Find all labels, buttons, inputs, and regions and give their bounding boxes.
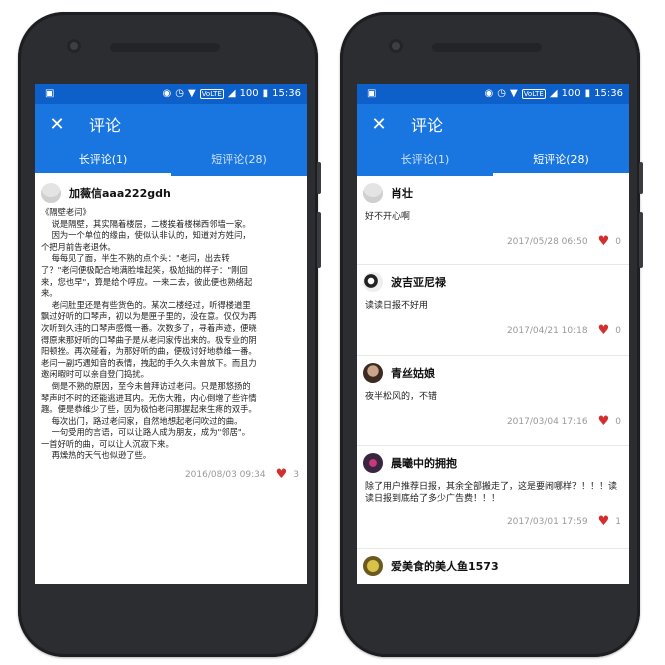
phone-right: ▣ ◉ ◷ ▼ VoLTE ◢ 100 ▮ 15:36 ✕ 评论 长评论(1) … [340,12,643,657]
comment-author: 肖壮 [391,187,413,200]
comment-text: 好不开心啊 [365,212,411,222]
status-time: 15:36 [272,88,301,99]
alarm-icon: ◷ [175,88,184,99]
avatar[interactable] [41,183,61,203]
comment-date: 2017/04/21 10:18 [506,326,588,336]
app-bar: ✕ 评论 [357,104,629,144]
power-button[interactable] [317,162,321,194]
battery-icon: ▮ [584,88,591,99]
comment-date: 2017/03/04 17:16 [506,417,588,427]
list-item: 青丝姑娘 夜半松风的，不错 2017/03/04 17:16 ♥ 0 [357,356,629,446]
page-title: 评论 [411,116,444,135]
status-bar: ▣ ◉ ◷ ▼ VoLTE ◢ 100 ▮ 15:36 [35,84,307,104]
list-item: 晨曦中的拥抱 除了用户推荐日报，其余全部搬走了，这是要闹哪样？！！！读读日报到底… [357,446,629,549]
close-icon[interactable]: ✕ [35,114,79,135]
like-count: 0 [615,237,621,247]
comment-author: 爱美食的美人鱼1573 [391,560,499,573]
screen-right: ▣ ◉ ◷ ▼ VoLTE ◢ 100 ▮ 15:36 ✕ 评论 长评论(1) … [357,84,629,584]
comment-text: 读读日报不好用 [365,301,429,311]
comment-author: 加薇信aaa222gdh [69,187,171,200]
volume-button[interactable] [639,212,643,268]
short-comment-list[interactable]: 肖壮 好不开心啊 2017/05/28 06:50 ♥ 0 波吉亚尼禄 读读日报… [357,176,629,584]
comment-date: 2017/05/28 06:50 [506,237,588,247]
wifi-icon: ▼ [509,88,518,99]
status-bar: ▣ ◉ ◷ ▼ VoLTE ◢ 100 ▮ 15:36 [357,84,629,104]
nfc-icon: ◉ [162,88,172,99]
screen-left: ▣ ◉ ◷ ▼ VoLTE ◢ 100 ▮ 15:36 ✕ 评论 长评论(1) … [35,84,307,584]
app-bar: ✕ 评论 [35,104,307,144]
status-time: 15:36 [594,88,623,99]
list-item: 爱美食的美人鱼1573 [357,549,629,576]
android-icon: ▣ [367,88,377,99]
signal-icon: ◢ [227,88,236,99]
long-comment-item: 加薇信aaa222gdh 《隔壁老闫》 说是隔壁，其实隔着楼层，二楼挨着楼梯西邻… [35,176,307,481]
list-item: 肖壮 好不开心啊 2017/05/28 06:50 ♥ 0 [357,176,629,265]
long-comment-list[interactable]: 加薇信aaa222gdh 《隔壁老闫》 说是隔壁，其实隔着楼层，二楼挨着楼梯西邻… [35,176,307,584]
battery-level: 100 [561,88,581,99]
heart-icon[interactable]: ♥ [598,415,610,428]
tab-long-comments[interactable]: 长评论(1) [357,144,493,176]
avatar[interactable] [363,453,383,473]
tab-short-comments[interactable]: 短评论(28) [493,144,629,176]
volte-badge: VoLTE [199,89,224,99]
comment-text: 夜半松风的，不错 [365,392,438,402]
list-item: 波吉亚尼禄 读读日报不好用 2017/04/21 10:18 ♥ 0 [357,265,629,356]
heart-icon[interactable]: ♥ [276,468,288,481]
tab-short-comments[interactable]: 短评论(28) [171,144,307,176]
alarm-icon: ◷ [497,88,506,99]
comment-date: 2017/03/01 17:59 [506,517,588,527]
like-count: 3 [293,470,299,481]
close-icon[interactable]: ✕ [357,114,401,135]
heart-icon[interactable]: ♥ [598,324,610,337]
comment-text: 《隔壁老闫》 说是隔壁，其实隔着楼层，二楼挨着楼梯西邻墙一家。 因为一个单位的缘… [41,207,257,461]
volte-badge: VoLTE [521,89,546,99]
power-button[interactable] [639,162,643,194]
avatar[interactable] [363,272,383,292]
avatar[interactable] [363,183,383,203]
like-count: 1 [615,517,621,527]
nfc-icon: ◉ [484,88,494,99]
front-camera [389,39,403,53]
earpiece-speaker [110,43,220,52]
comment-text: 除了用户推荐日报，其余全部搬走了，这是要闹哪样？！！！读读日报到底给了多少广告费… [365,482,618,504]
tab-long-comments[interactable]: 长评论(1) [35,144,171,176]
wifi-icon: ▼ [187,88,196,99]
comment-author: 晨曦中的拥抱 [391,457,457,470]
page-title: 评论 [89,116,122,135]
like-count: 0 [615,417,621,427]
earpiece-speaker [432,43,542,52]
front-camera [67,39,81,53]
like-count: 0 [615,326,621,336]
tab-bar: 长评论(1) 短评论(28) [357,144,629,176]
heart-icon[interactable]: ♥ [598,235,610,248]
comment-date: 2016/08/03 09:34 [184,470,266,481]
avatar[interactable] [363,363,383,383]
avatar[interactable] [363,556,383,576]
tab-bar: 长评论(1) 短评论(28) [35,144,307,176]
battery-level: 100 [239,88,259,99]
phone-left: ▣ ◉ ◷ ▼ VoLTE ◢ 100 ▮ 15:36 ✕ 评论 长评论(1) … [18,12,321,657]
comment-author: 波吉亚尼禄 [391,276,446,289]
android-icon: ▣ [45,88,55,99]
battery-icon: ▮ [262,88,269,99]
signal-icon: ◢ [549,88,558,99]
heart-icon[interactable]: ♥ [598,515,610,528]
volume-button[interactable] [317,212,321,268]
comment-author: 青丝姑娘 [391,367,435,380]
